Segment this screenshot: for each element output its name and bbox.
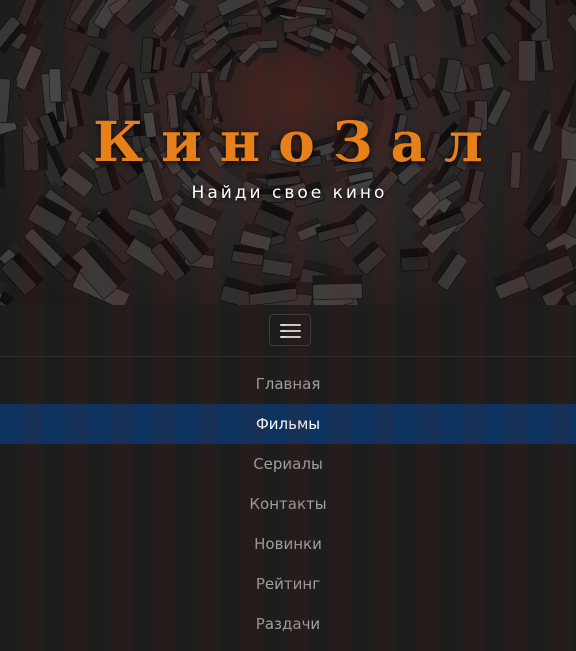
cube-shape <box>454 12 477 48</box>
hamburger-line <box>280 324 301 326</box>
nav-item-rating[interactable]: Рейтинг <box>0 564 576 604</box>
cube-shape <box>561 13 576 47</box>
cube-shape <box>141 76 161 107</box>
cube-shape <box>261 250 295 278</box>
cube-shape <box>430 248 469 291</box>
cube-shape <box>334 0 370 20</box>
navbar-header <box>0 305 576 357</box>
site-logo-title[interactable]: КиноЗал <box>0 110 576 174</box>
page: КиноЗал Найди свое кино Главная Фильмы С… <box>0 0 576 651</box>
cube-shape <box>368 0 406 14</box>
cube-shape <box>48 68 69 103</box>
cube-shape <box>508 40 537 82</box>
nav-menu: Главная Фильмы Сериалы Контакты Новинки … <box>0 364 576 644</box>
cube-shape <box>399 247 430 272</box>
nav-item-films[interactable]: Фильмы <box>0 404 576 444</box>
nav-item-torrents[interactable]: Раздачи <box>0 604 576 644</box>
cube-shape <box>352 240 388 275</box>
main-navbar: Главная Фильмы Сериалы Контакты Новинки … <box>0 305 576 651</box>
nav-item-series[interactable]: Сериалы <box>0 444 576 484</box>
cube-shape <box>534 37 555 73</box>
hamburger-line <box>280 336 301 338</box>
site-tagline: Найди свое кино <box>191 183 388 203</box>
nav-item-home[interactable]: Главная <box>0 364 576 404</box>
cube-shape <box>312 274 363 301</box>
cube-shape <box>68 44 110 97</box>
hero-header: КиноЗал Найди свое кино <box>0 0 576 305</box>
hamburger-menu-icon[interactable] <box>269 314 311 346</box>
hamburger-line <box>280 330 301 332</box>
nav-item-contacts[interactable]: Контакты <box>0 484 576 524</box>
cube-shape <box>481 31 513 68</box>
nav-item-new[interactable]: Новинки <box>0 524 576 564</box>
